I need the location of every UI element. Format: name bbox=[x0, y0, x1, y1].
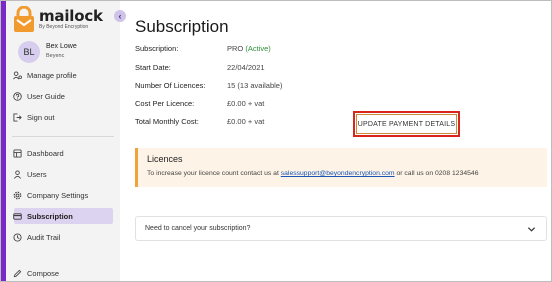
status-badge: (Active) bbox=[245, 44, 271, 53]
cost-per-licence-value: £0.00 + vat bbox=[227, 99, 265, 108]
sidebar-item-label: Sign out bbox=[27, 113, 55, 122]
collapse-sidebar-button[interactable]: ‹ bbox=[114, 10, 126, 22]
sidebar-divider bbox=[12, 136, 114, 137]
banner-text: To increase your licence count contact u… bbox=[147, 170, 479, 177]
sidebar-item-label: Subscription bbox=[27, 212, 73, 221]
sidebar-item-manage-profile[interactable]: Manage profile bbox=[13, 69, 77, 82]
mailock-logo-icon bbox=[14, 6, 34, 32]
user-org: Beyenc bbox=[46, 53, 65, 59]
sidebar-item-compose[interactable]: Compose bbox=[13, 267, 59, 280]
user-name: Bex Lowe bbox=[46, 43, 77, 50]
pencil-icon bbox=[13, 269, 22, 278]
sidebar-item-label: User Guide bbox=[27, 92, 65, 101]
accordion-label: Need to cancel your subscription? bbox=[145, 225, 251, 232]
gear-icon bbox=[13, 191, 22, 200]
brand-name: mailock bbox=[39, 7, 103, 25]
sidebar-item-dashboard[interactable]: Dashboard bbox=[13, 147, 64, 160]
sidebar-item-sign-out[interactable]: Sign out bbox=[13, 111, 55, 124]
sidebar: mailock By Beyond Encryption BL Bex Lowe… bbox=[6, 1, 120, 281]
sidebar-item-subscription[interactable]: Subscription bbox=[13, 210, 73, 223]
sidebar-item-label: Audit Trail bbox=[27, 233, 61, 242]
chevron-down-icon bbox=[527, 227, 536, 232]
sidebar-item-users[interactable]: Users bbox=[13, 168, 47, 181]
users-gear-icon bbox=[13, 71, 22, 80]
start-date-value: 22/04/2021 bbox=[227, 63, 265, 72]
sidebar-item-label: Dashboard bbox=[27, 149, 64, 158]
history-icon bbox=[13, 233, 22, 242]
sidebar-item-label: Manage profile bbox=[27, 71, 77, 80]
detail-label: Subscription: bbox=[135, 44, 179, 53]
page-title: Subscription bbox=[135, 17, 229, 36]
detail-label: Cost Per Licence: bbox=[135, 99, 195, 108]
avatar[interactable]: BL bbox=[18, 41, 40, 63]
brand-tagline: By Beyond Encryption bbox=[39, 24, 89, 30]
sidebar-item-audit-trail[interactable]: Audit Trail bbox=[13, 231, 60, 244]
subscription-plan-value: PRO (Active) bbox=[227, 44, 271, 53]
cancel-subscription-accordion[interactable]: Need to cancel your subscription? bbox=[135, 216, 547, 241]
sidebar-item-label: Compose bbox=[27, 269, 60, 278]
help-circle-icon bbox=[13, 92, 22, 101]
detail-label: Total Monthly Cost: bbox=[135, 117, 199, 126]
sales-support-email-link[interactable]: salessupport@beyondencryption.com bbox=[281, 170, 395, 177]
sidebar-item-user-guide[interactable]: User Guide bbox=[13, 90, 65, 103]
sidebar-item-label: Company Settings bbox=[27, 191, 89, 200]
detail-label: Start Date: bbox=[135, 63, 171, 72]
sign-out-icon bbox=[13, 113, 22, 122]
update-payment-details-button[interactable]: UPDATE PAYMENT DETAILS bbox=[356, 114, 457, 134]
banner-title: Licences bbox=[147, 154, 183, 164]
dashboard-icon bbox=[13, 149, 22, 158]
detail-label: Number Of Licences: bbox=[135, 81, 206, 90]
licences-banner: Licences To increase your licence count … bbox=[135, 148, 547, 187]
sidebar-item-company-settings[interactable]: Company Settings bbox=[13, 189, 88, 202]
licences-count-value: 15 (13 available) bbox=[227, 81, 283, 90]
total-monthly-cost-value: £0.00 + vat bbox=[227, 117, 265, 126]
user-icon bbox=[13, 170, 22, 179]
credit-card-icon bbox=[13, 213, 22, 220]
sidebar-item-label: Users bbox=[27, 170, 47, 179]
